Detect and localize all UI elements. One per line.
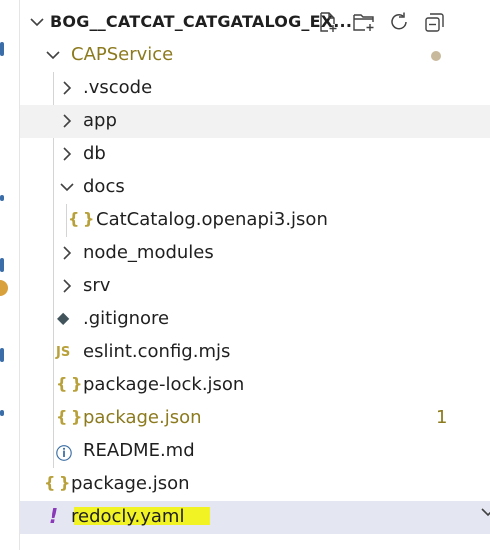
- explorer-header[interactable]: BOG__CATCAT_CATGATALOG_EX...: [20, 0, 490, 44]
- tree-file-readme[interactable]: ⓘ README.md: [20, 435, 490, 468]
- chevron-right-icon[interactable]: [58, 79, 76, 97]
- activity-bar-edge: [0, 0, 19, 550]
- tree-folder-db[interactable]: db: [20, 138, 490, 171]
- tree-folder-srv[interactable]: srv: [20, 270, 490, 303]
- chevron-right-icon[interactable]: [58, 277, 76, 295]
- chevron-right-icon[interactable]: [58, 145, 76, 163]
- explorer-panel: BOG__CATCAT_CATGATALOG_EX... CAPService …: [20, 0, 490, 550]
- tree-folder-docs[interactable]: docs: [20, 171, 490, 204]
- json-file-icon: { }: [56, 374, 82, 393]
- chevron-down-icon[interactable]: [58, 178, 76, 196]
- tree-file-package-lock[interactable]: { } package-lock.json: [20, 369, 490, 402]
- file-label[interactable]: eslint.config.mjs: [83, 341, 230, 362]
- problem-count-badge: 1: [436, 407, 448, 428]
- activity-indicator: [0, 42, 4, 56]
- activity-indicator: [0, 348, 4, 362]
- tree-folder-vscode[interactable]: .vscode: [20, 72, 490, 105]
- tree-folder-app[interactable]: app: [20, 105, 490, 138]
- tree-file-redocly[interactable]: ! redocly.yaml: [20, 501, 490, 534]
- activity-indicator: [0, 410, 4, 416]
- folder-label[interactable]: srv: [83, 275, 110, 296]
- tree-file-catcatalog[interactable]: { } CatCatalog.openapi3.json: [20, 204, 490, 237]
- yaml-file-icon: !: [49, 504, 59, 528]
- file-label[interactable]: README.md: [83, 440, 195, 461]
- chevron-down-icon[interactable]: [28, 13, 46, 31]
- tree-folder-node-modules[interactable]: node_modules: [20, 237, 490, 270]
- json-file-icon: { }: [56, 407, 82, 426]
- folder-label[interactable]: CAPService: [71, 44, 173, 65]
- tree-folder-capservice[interactable]: CAPService: [20, 39, 490, 72]
- chevron-right-icon[interactable]: [58, 112, 76, 130]
- chevron-right-icon[interactable]: [58, 244, 76, 262]
- js-file-icon: JS: [56, 345, 71, 360]
- activity-indicator: [0, 195, 4, 201]
- collapse-all-icon[interactable]: [423, 10, 447, 34]
- file-label[interactable]: .gitignore: [83, 308, 169, 329]
- file-label[interactable]: package.json: [83, 407, 202, 428]
- folder-label[interactable]: app: [83, 110, 117, 131]
- new-folder-icon[interactable]: [352, 10, 376, 34]
- chevron-down-icon[interactable]: [479, 503, 490, 521]
- activity-indicator: [0, 258, 4, 272]
- folder-label[interactable]: db: [83, 143, 106, 164]
- refresh-icon[interactable]: [387, 10, 411, 34]
- git-icon: ◆: [57, 308, 70, 327]
- tree-file-eslint[interactable]: JS eslint.config.mjs: [20, 336, 490, 369]
- json-file-icon: { }: [44, 473, 70, 492]
- tree-file-gitignore[interactable]: ◆ .gitignore: [20, 303, 490, 336]
- folder-label[interactable]: docs: [83, 176, 125, 197]
- chevron-down-icon[interactable]: [44, 46, 62, 64]
- info-icon: ⓘ: [56, 444, 73, 463]
- file-label[interactable]: redocly.yaml: [71, 506, 184, 527]
- file-label[interactable]: CatCatalog.openapi3.json: [96, 209, 328, 230]
- file-label[interactable]: package-lock.json: [83, 374, 244, 395]
- tree-file-package-json[interactable]: { } package.json 1: [20, 402, 490, 435]
- new-file-icon[interactable]: [316, 10, 340, 34]
- json-file-icon: { }: [68, 209, 94, 228]
- modified-dot-icon: [431, 51, 441, 61]
- folder-label[interactable]: node_modules: [83, 242, 214, 263]
- file-label[interactable]: package.json: [71, 473, 190, 494]
- warning-badge-icon: [0, 280, 8, 296]
- tree-file-outer-package-json[interactable]: { } package.json: [20, 468, 490, 501]
- workspace-title[interactable]: BOG__CATCAT_CATGATALOG_EX...: [50, 12, 352, 31]
- folder-label[interactable]: .vscode: [83, 77, 152, 98]
